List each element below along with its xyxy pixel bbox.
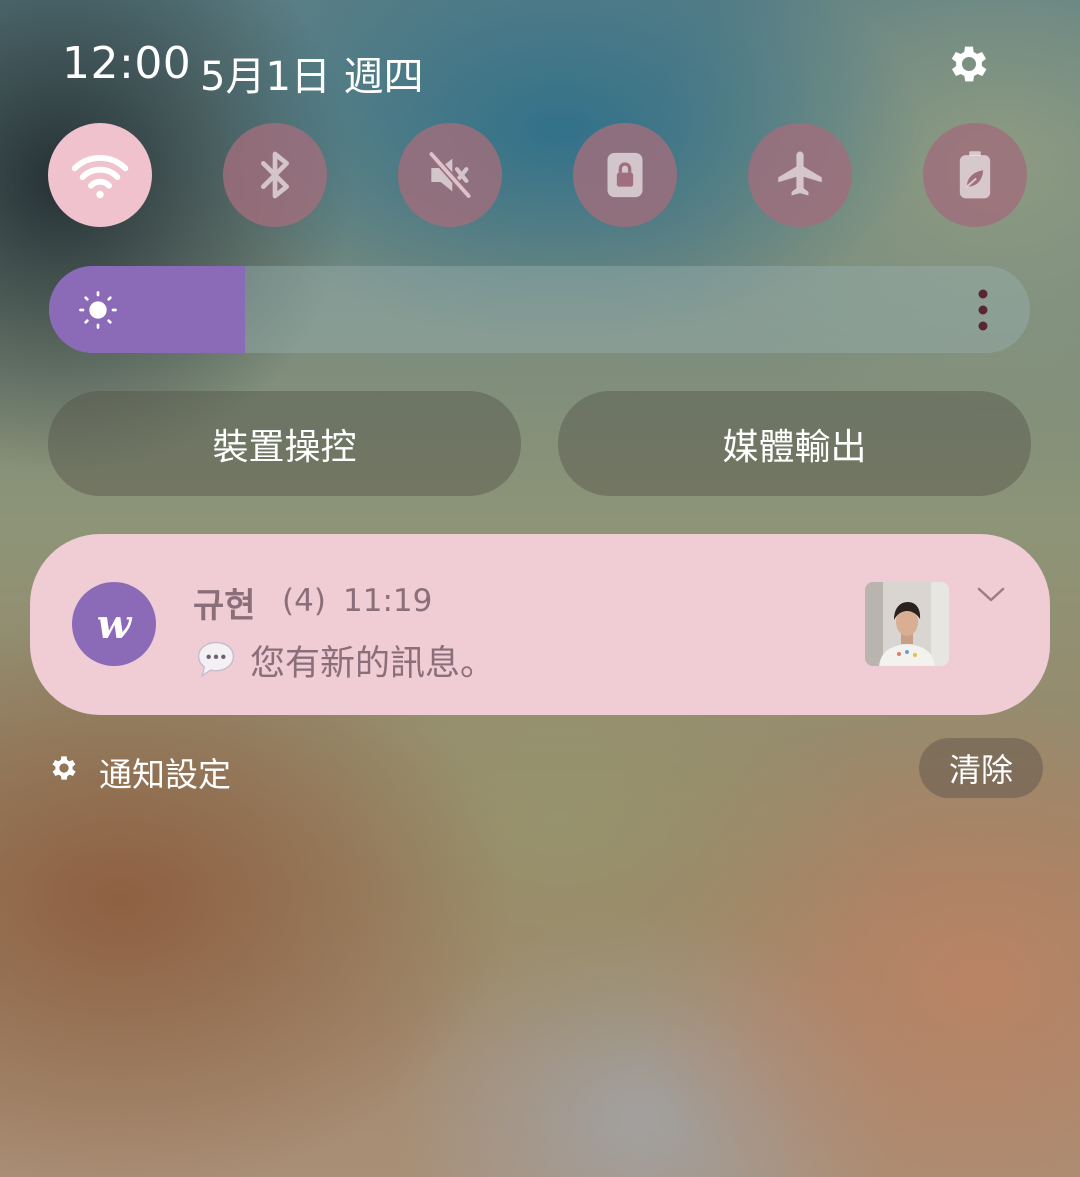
- brightness-slider[interactable]: [49, 266, 1030, 353]
- sound-off-icon: [428, 151, 472, 199]
- media-output-button[interactable]: 媒體輸出: [558, 391, 1031, 496]
- notification-count: (4): [282, 583, 326, 619]
- speech-bubble-icon: [197, 641, 235, 678]
- quick-settings: [48, 123, 1028, 229]
- person-photo-icon: [865, 582, 949, 666]
- power-saving-toggle[interactable]: [923, 123, 1027, 227]
- expand-chevron-icon[interactable]: [975, 582, 1007, 608]
- settings-gear-icon[interactable]: [945, 40, 993, 88]
- notification-thumbnail[interactable]: [865, 582, 949, 666]
- wifi-icon: [71, 154, 129, 199]
- notification-settings-link[interactable]: 通知設定: [99, 748, 231, 796]
- power-saving-icon: [959, 151, 991, 199]
- airplane-mode-toggle[interactable]: [748, 123, 852, 227]
- more-options-icon[interactable]: [970, 286, 996, 334]
- rotation-lock-icon: [607, 152, 643, 198]
- airplane-icon: [778, 151, 822, 196]
- rotation-lock-toggle[interactable]: [573, 123, 677, 227]
- clear-button[interactable]: 清除: [919, 738, 1043, 798]
- notification-message: 您有新的訊息。: [250, 644, 496, 684]
- device-control-button[interactable]: 裝置操控: [48, 391, 521, 496]
- bluetooth-toggle[interactable]: [223, 123, 327, 227]
- clock: 12:00: [62, 38, 192, 89]
- sun-icon: [79, 291, 117, 329]
- notification-settings-gear-icon[interactable]: [48, 752, 80, 784]
- date: 5月1日 週四: [200, 54, 424, 100]
- app-icon: w: [72, 582, 156, 666]
- bluetooth-icon: [261, 151, 289, 199]
- wifi-toggle[interactable]: [48, 123, 152, 227]
- sound-toggle[interactable]: [398, 123, 502, 227]
- notification-time: 11:19: [343, 583, 433, 619]
- notification-sender: 규현: [193, 586, 256, 626]
